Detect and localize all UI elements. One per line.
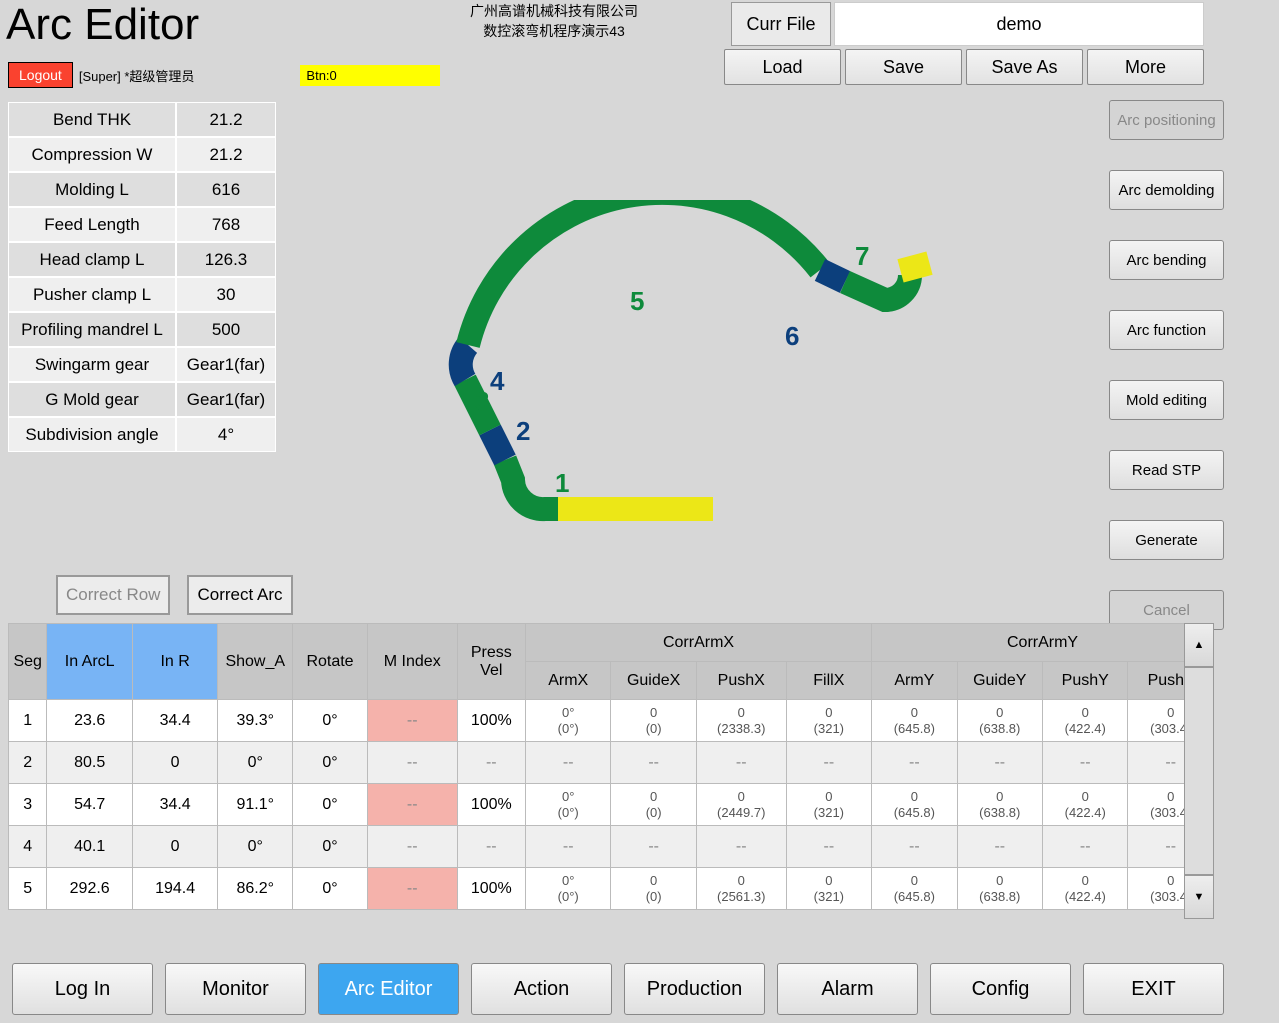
nav-action[interactable]: Action bbox=[471, 963, 612, 1015]
nav-arc-editor[interactable]: Arc Editor bbox=[318, 963, 459, 1015]
load-button[interactable]: Load bbox=[724, 49, 841, 85]
param-value[interactable]: 126.3 bbox=[176, 242, 276, 277]
generate-button[interactable]: Generate bbox=[1109, 520, 1224, 560]
arc-preview: 1 2 3 4 5 6 7 bbox=[390, 200, 950, 570]
nav-monitor[interactable]: Monitor bbox=[165, 963, 306, 1015]
arc-bending-button[interactable]: Arc bending bbox=[1109, 240, 1224, 280]
svg-text:7: 7 bbox=[855, 241, 869, 271]
nav-alarm[interactable]: Alarm bbox=[777, 963, 918, 1015]
param-label: Molding L bbox=[8, 172, 176, 207]
segment-table[interactable]: Seg In ArcL In R Show_A Rotate M Index P… bbox=[8, 623, 1214, 910]
user-label: [Super] *超级管理员 bbox=[79, 66, 195, 85]
nav-config[interactable]: Config bbox=[930, 963, 1071, 1015]
logout-button[interactable]: Logout bbox=[8, 62, 73, 88]
param-label: Pusher clamp L bbox=[8, 277, 176, 312]
save-as-button[interactable]: Save As bbox=[966, 49, 1083, 85]
param-value[interactable]: 616 bbox=[176, 172, 276, 207]
param-value[interactable]: Gear1(far) bbox=[176, 382, 276, 417]
scroll-track[interactable] bbox=[1184, 667, 1214, 875]
curr-file-label: Curr File bbox=[731, 2, 831, 46]
svg-text:6: 6 bbox=[785, 321, 799, 351]
svg-text:3: 3 bbox=[475, 386, 489, 416]
param-label: G Mold gear bbox=[8, 382, 176, 417]
table-row: 4 40.1 0 0° 0° -- -- -- -- -- -- -- -- -… bbox=[9, 826, 1214, 868]
company-info: 广州高谱机械科技有限公司 数控滚弯机程序演示43 bbox=[470, 0, 638, 41]
save-button[interactable]: Save bbox=[845, 49, 962, 85]
mold-editing-button[interactable]: Mold editing bbox=[1109, 380, 1224, 420]
param-value[interactable]: 4° bbox=[176, 417, 276, 452]
param-value[interactable]: 500 bbox=[176, 312, 276, 347]
param-label: Head clamp L bbox=[8, 242, 176, 277]
param-value[interactable]: 21.2 bbox=[176, 102, 276, 137]
param-label: Subdivision angle bbox=[8, 417, 176, 452]
nav-exit[interactable]: EXIT bbox=[1083, 963, 1224, 1015]
arc-positioning-button[interactable]: Arc positioning bbox=[1109, 100, 1224, 140]
more-button[interactable]: More bbox=[1087, 49, 1204, 85]
nav-login[interactable]: Log In bbox=[12, 963, 153, 1015]
param-value[interactable]: 768 bbox=[176, 207, 276, 242]
nav-production[interactable]: Production bbox=[624, 963, 765, 1015]
param-value[interactable]: 21.2 bbox=[176, 137, 276, 172]
arc-demolding-button[interactable]: Arc demolding bbox=[1109, 170, 1224, 210]
param-label: Swingarm gear bbox=[8, 347, 176, 382]
correct-row-button[interactable]: Correct Row bbox=[56, 575, 170, 615]
param-value[interactable]: 30 bbox=[176, 277, 276, 312]
scroll-down-button[interactable]: ▼ bbox=[1184, 875, 1214, 919]
svg-text:2: 2 bbox=[516, 416, 530, 446]
param-label: Feed Length bbox=[8, 207, 176, 242]
params-table: Bend THK21.2Compression W21.2Molding L61… bbox=[8, 102, 276, 452]
curr-file-value[interactable]: demo bbox=[834, 2, 1204, 46]
btn0-indicator: Btn:0 bbox=[300, 65, 440, 86]
param-label: Compression W bbox=[8, 137, 176, 172]
svg-text:1: 1 bbox=[555, 468, 569, 498]
table-row: 5 292.6 194.4 86.2° 0° -- 100% 0°(0°) 0(… bbox=[9, 868, 1214, 910]
svg-text:4: 4 bbox=[490, 366, 505, 396]
arc-function-button[interactable]: Arc function bbox=[1109, 310, 1224, 350]
svg-text:5: 5 bbox=[630, 286, 644, 316]
table-row: 2 80.5 0 0° 0° -- -- -- -- -- -- -- -- -… bbox=[9, 742, 1214, 784]
correct-arc-button[interactable]: Correct Arc bbox=[187, 575, 292, 615]
param-label: Profiling mandrel L bbox=[8, 312, 176, 347]
param-label: Bend THK bbox=[8, 102, 176, 137]
page-title: Arc Editor bbox=[0, 0, 470, 50]
read-stp-button[interactable]: Read STP bbox=[1109, 450, 1224, 490]
table-row: 1 23.6 34.4 39.3° 0° -- 100% 0°(0°) 0(0)… bbox=[9, 700, 1214, 742]
scroll-up-button[interactable]: ▲ bbox=[1184, 623, 1214, 667]
param-value[interactable]: Gear1(far) bbox=[176, 347, 276, 382]
table-row: 3 54.7 34.4 91.1° 0° -- 100% 0°(0°) 0(0)… bbox=[9, 784, 1214, 826]
